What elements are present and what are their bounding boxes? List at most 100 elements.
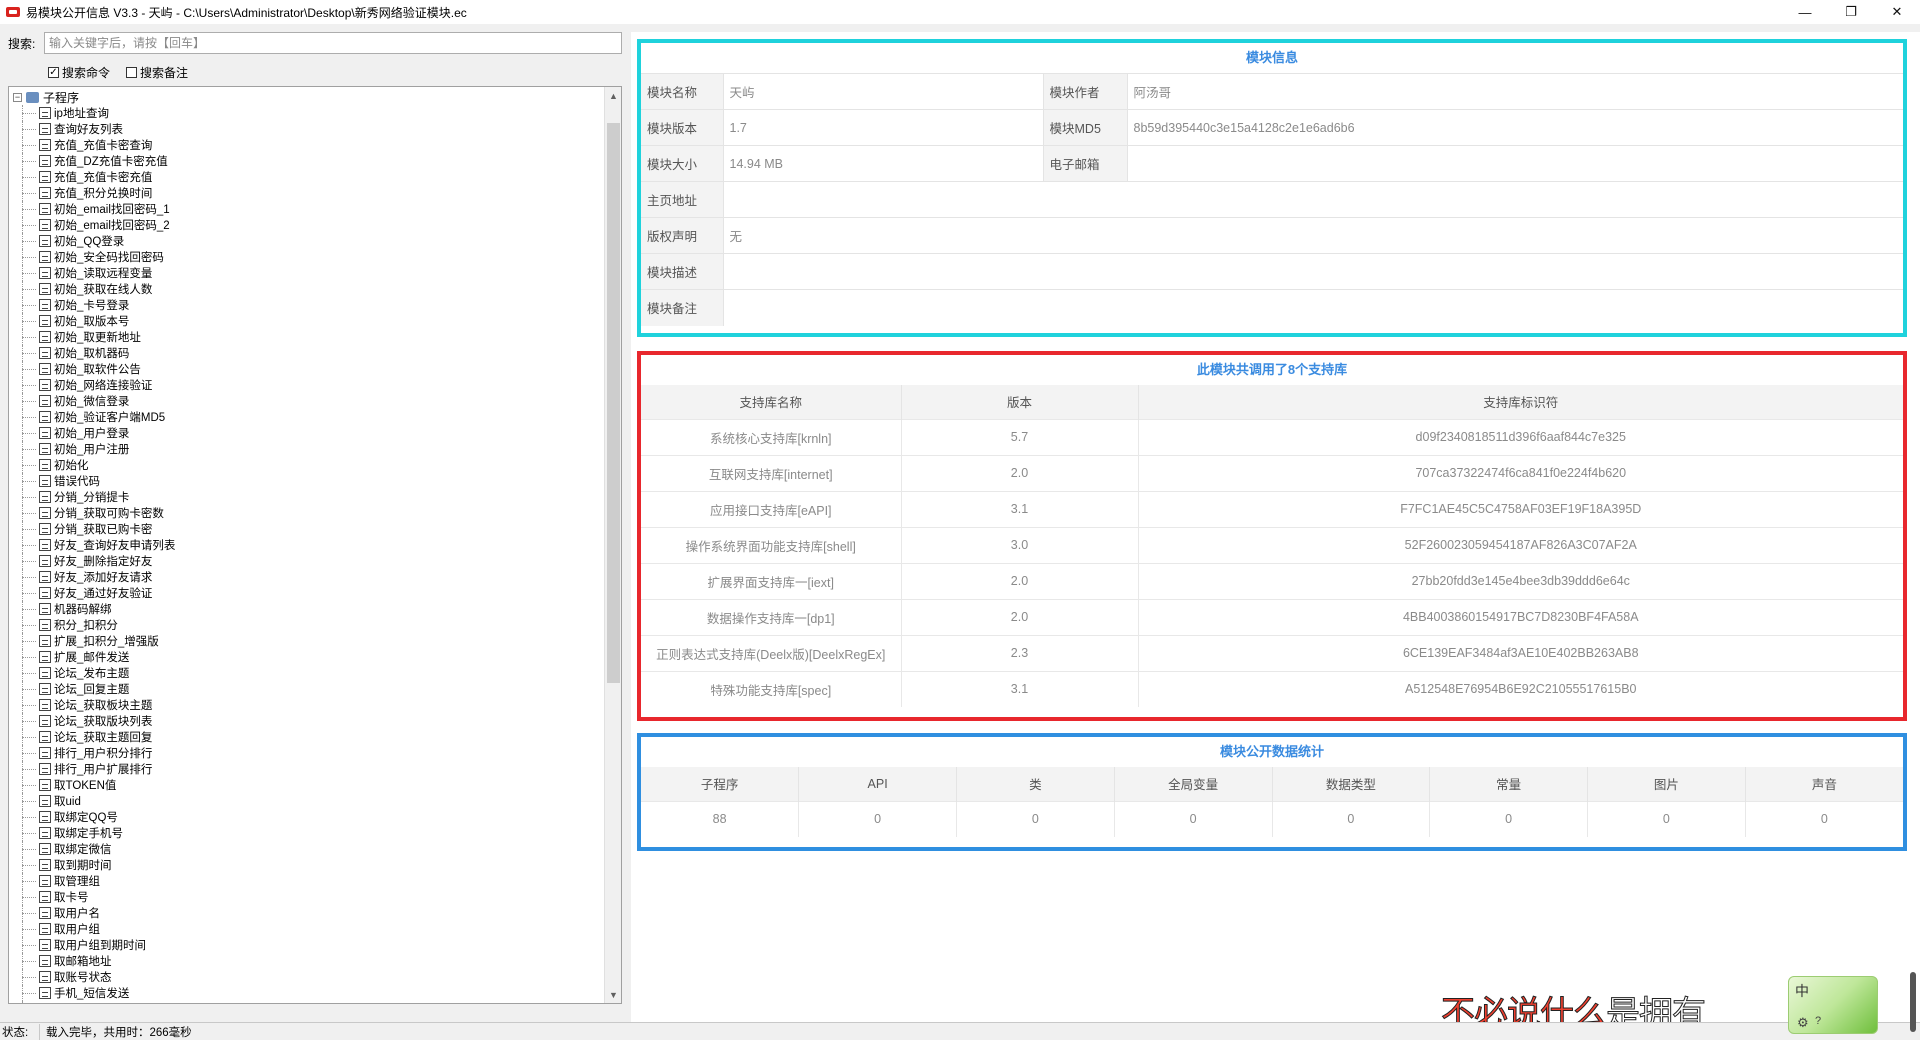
tree-item[interactable]: ip地址查询 [9,105,175,121]
scroll-thumb[interactable] [607,123,620,683]
subtitle-white-text: 是拥有 [1606,994,1707,1023]
email-label: 电子邮箱 [1042,145,1128,182]
tree-item[interactable]: 查询好友列表 [9,121,175,137]
tree-item[interactable]: 初始_取版本号 [9,313,175,329]
tree-item[interactable]: 手机_发送验证码 [9,1001,175,1003]
scroll-down-icon[interactable]: ▼ [605,986,621,1003]
subroutine-icon [39,187,51,199]
tree-item[interactable]: 手机_短信发送 [9,985,175,1001]
restore-icon[interactable]: ❐ [1828,0,1874,24]
tree-item[interactable]: 初始_微信登录 [9,393,175,409]
tree-item[interactable]: 取用户组到期时间 [9,937,175,953]
tree-item[interactable]: 充值_充值卡密查询 [9,137,175,153]
tree-item[interactable]: 好友_添加好友请求 [9,569,175,585]
close-icon[interactable]: ✕ [1874,0,1920,24]
tree-item[interactable]: 分销_获取已购卡密 [9,521,175,537]
tree-item-label: 初始_email找回密码_2 [54,220,170,232]
ime-widget[interactable]: 中 ⚙ ? [1788,976,1878,1034]
tree-item[interactable]: 取管理组 [9,873,175,889]
tree-item[interactable]: 初始_用户登录 [9,425,175,441]
tree-item[interactable]: 积分_扣积分 [9,617,175,633]
tree-item[interactable]: 初始_获取在线人数 [9,281,175,297]
tree-item[interactable]: 初始_验证客户端MD5 [9,409,175,425]
minimize-icon[interactable]: — [1782,0,1828,24]
tree-item[interactable]: 扩展_扣积分_增强版 [9,633,175,649]
tree-item[interactable]: 取绑定微信 [9,841,175,857]
tree-item[interactable]: 取到期时间 [9,857,175,873]
tree-item-label: 取用户组 [54,924,100,936]
tree-item[interactable]: 错误代码 [9,473,175,489]
status-label: 状态: [0,1023,40,1040]
tree-item[interactable]: 论坛_获取板块主题 [9,697,175,713]
tree-item[interactable]: 取用户名 [9,905,175,921]
table-row: 互联网支持库[internet] 2.0 707ca37322474f6ca841f… [641,454,1903,491]
tree-item[interactable]: 充值_积分兑换时间 [9,185,175,201]
tree-item[interactable]: 初始_取更新地址 [9,329,175,345]
tree-item[interactable]: 扩展_邮件发送 [9,649,175,665]
subroutine-icon [39,731,51,743]
subroutine-icon [39,443,51,455]
tree-item-label: 论坛_回复主题 [54,684,130,696]
tree-item[interactable]: 排行_用户扩展排行 [9,761,175,777]
tree-item[interactable]: 论坛_回复主题 [9,681,175,697]
tree-scrollbar[interactable]: ▲ ▼ [604,87,621,1003]
gear-icon[interactable]: ⚙ [1797,1015,1809,1031]
tree-item[interactable]: 取卡号 [9,889,175,905]
tree-item[interactable]: 初始_卡号登录 [9,297,175,313]
tree-item[interactable]: 初始_取机器码 [9,345,175,361]
tree-item[interactable]: 论坛_获取版块列表 [9,713,175,729]
tree-item-label: 充值_充值卡密充值 [54,172,153,184]
tree-item[interactable]: 初始_网络连接验证 [9,377,175,393]
tree-item[interactable]: 好友_查询好友申请列表 [9,537,175,553]
tree-item[interactable]: 初始_安全码找回密码 [9,249,175,265]
tree-item[interactable]: 初始_读取远程变量 [9,265,175,281]
tree-item[interactable]: 取uid [9,793,175,809]
tree-item-label: 论坛_发布主题 [54,668,130,680]
help-icon[interactable]: ? [1815,1015,1821,1027]
tree-item[interactable]: 取绑定QQ号 [9,809,175,825]
subroutine-icon [39,107,51,119]
subroutine-icon [39,347,51,359]
tree-item[interactable]: 分销_获取可购卡密数 [9,505,175,521]
module-md5-value: 8b59d395440c3e15a4128c2e1e6ad6b6 [1127,109,1903,146]
tree-item[interactable]: 充值_DZ充值卡密充值 [9,153,175,169]
tree-item[interactable]: 论坛_获取主题回复 [9,729,175,745]
search-options: ✓ 搜索命令 搜索备注 [48,64,198,81]
tree-item[interactable]: 机器码解绑 [9,601,175,617]
column-header: 图片 [1587,767,1746,801]
subroutine-icon [39,859,51,871]
checkbox-unchecked-icon[interactable] [126,67,138,78]
module-version-label: 模块版本 [641,109,724,146]
tree-item[interactable]: 取用户组 [9,921,175,937]
tree-item[interactable]: 初始_email找回密码_2 [9,217,175,233]
collapse-icon[interactable]: − [13,92,22,102]
tree-item[interactable]: 取账号状态 [9,969,175,985]
checkbox-checked-icon[interactable]: ✓ [48,67,59,78]
tree-item[interactable]: 分销_分销提卡 [9,489,175,505]
search-notes-checkbox[interactable]: 搜索备注 [126,64,188,81]
search-commands-checkbox[interactable]: ✓ 搜索命令 [48,64,110,81]
table-cell: 2.3 [901,634,1139,671]
tree-item[interactable]: 论坛_发布主题 [9,665,175,681]
status-text: 载入完毕，共用时：266毫秒 [46,1026,192,1039]
tree-item[interactable]: 初始化 [9,457,175,473]
tree-item[interactable]: 充值_充值卡密充值 [9,169,175,185]
page-scrollbar[interactable] [1910,972,1916,1032]
ime-language-label[interactable]: 中 [1795,981,1809,1001]
tree-item[interactable]: 取邮箱地址 [9,953,175,969]
subroutine-tree[interactable]: − 子程序 ip地址查询 查询好友列表 充值_充值卡密查询 充值_DZ充值卡密充值 充值… [8,86,622,1004]
tree-item[interactable]: 初始_取软件公告 [9,361,175,377]
scroll-up-icon[interactable]: ▲ [605,87,621,104]
tree-root-node[interactable]: − 子程序 [13,89,79,105]
tree-item[interactable]: 初始_email找回密码_1 [9,201,175,217]
tree-item-label: 充值_充值卡密查询 [54,140,153,152]
tree-item[interactable]: 初始_QQ登录 [9,233,175,249]
tree-item[interactable]: 好友_删除指定好友 [9,553,175,569]
window-controls: — ❐ ✕ [1782,0,1920,24]
tree-item[interactable]: 初始_用户注册 [9,441,175,457]
tree-item[interactable]: 排行_用户积分排行 [9,745,175,761]
tree-item[interactable]: 取TOKEN值 [9,777,175,793]
tree-item[interactable]: 取绑定手机号 [9,825,175,841]
tree-item[interactable]: 好友_通过好友验证 [9,585,175,601]
search-input[interactable] [44,32,622,54]
